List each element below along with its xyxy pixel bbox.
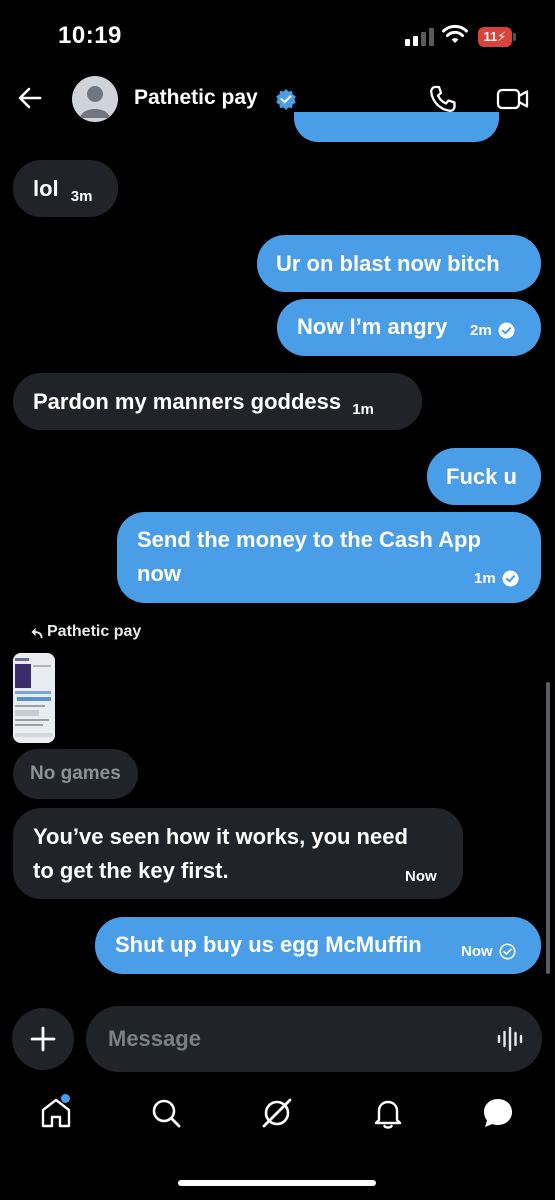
notifications-icon[interactable] <box>370 1095 406 1131</box>
home-notification-dot <box>61 1094 70 1103</box>
message-time: Now <box>405 868 437 885</box>
message-text: No games <box>30 763 121 784</box>
message-meta: 2m <box>470 322 515 339</box>
message-time: 1m <box>474 570 496 587</box>
message-bubble-outgoing[interactable]: Send the money to the Cash App now <box>117 512 541 603</box>
message-bubble-outgoing[interactable]: Fuck u <box>427 448 541 505</box>
message-text: Ur on blast now bitch <box>276 251 500 276</box>
grok-icon[interactable] <box>259 1095 295 1131</box>
read-receipt-icon <box>498 322 515 339</box>
avatar[interactable] <box>72 76 118 122</box>
battery-icon: 11⚡ <box>478 27 516 47</box>
message-meta: Now <box>461 943 516 960</box>
read-receipt-icon <box>502 570 519 587</box>
messages-icon[interactable] <box>480 1095 516 1131</box>
message-meta: Now <box>405 868 437 885</box>
sent-receipt-icon <box>499 943 516 960</box>
message-text-line-2: to get the key first. <box>33 858 229 883</box>
voice-message-icon[interactable] <box>496 1024 526 1054</box>
message-bubble-incoming[interactable]: No games <box>13 749 138 799</box>
message-text: Pardon my manners goddess <box>33 389 342 414</box>
add-media-button[interactable] <box>12 1008 74 1070</box>
message-bubble-incoming[interactable]: You’ve seen how it works, you need to ge… <box>13 808 463 899</box>
plus-icon <box>30 1026 56 1052</box>
reply-to-name: Pathetic pay <box>47 623 142 640</box>
phone-call-icon[interactable] <box>428 84 458 114</box>
message-text-line-1: Send the money to the Cash App <box>137 527 481 552</box>
video-call-icon[interactable] <box>496 84 530 114</box>
reply-indicator: Pathetic pay <box>30 623 141 641</box>
screenshot-preview-image <box>13 653 55 743</box>
message-input[interactable] <box>86 1006 542 1072</box>
message-meta: 1m <box>474 570 519 587</box>
battery-level: 11 <box>483 29 498 44</box>
message-bubble-incoming[interactable]: lol 3m <box>13 160 118 217</box>
screenshot-thumbnail[interactable] <box>13 653 55 743</box>
message-text-line-1: You’ve seen how it works, you need <box>33 824 408 849</box>
scrollbar[interactable] <box>546 682 550 974</box>
back-arrow-icon[interactable] <box>16 84 44 112</box>
message-bubble-incoming[interactable]: Pardon my manners goddess 1m <box>13 373 422 430</box>
wifi-icon <box>442 24 468 43</box>
reply-arrow-icon <box>31 627 43 638</box>
verified-badge-icon <box>276 89 296 110</box>
home-indicator[interactable] <box>178 1180 376 1186</box>
message-text: lol <box>33 176 59 201</box>
message-bubble-outgoing[interactable]: Ur on blast now bitch <box>257 235 541 292</box>
cellular-signal-icon <box>405 28 435 46</box>
default-avatar-icon <box>80 86 110 118</box>
message-time: 1m <box>352 401 374 418</box>
status-time: 10:19 <box>58 22 122 49</box>
message-text: Now I’m angry <box>297 314 448 339</box>
message-time: Now <box>461 943 493 960</box>
message-text: Fuck u <box>446 464 517 489</box>
contact-name[interactable]: Pathetic pay <box>134 86 258 110</box>
message-time: 3m <box>70 188 93 205</box>
message-text: Shut up buy us egg McMuffin <box>115 932 422 957</box>
status-bar: 10:19 11⚡ <box>0 0 555 70</box>
message-time: 2m <box>470 322 492 339</box>
message-bubble-outgoing-partial[interactable] <box>294 112 499 142</box>
bottom-tab-bar <box>0 1085 555 1155</box>
search-icon[interactable] <box>148 1095 184 1131</box>
